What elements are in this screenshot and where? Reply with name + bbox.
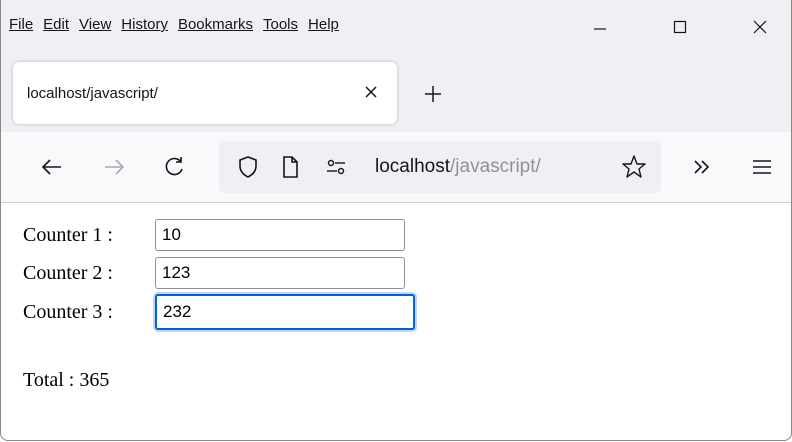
menu-bookmarks[interactable]: Bookmarks [175,16,260,33]
maximize-button[interactable] [657,10,703,44]
tab-close-icon[interactable] [361,82,381,102]
menu-history-label: History [121,16,168,33]
minimize-button[interactable] [577,10,623,44]
counter-1-input[interactable] [155,219,405,251]
tab-strip: localhost/javascript/ [1,48,791,132]
menu-edit[interactable]: Edit [40,16,76,33]
url-path: /javascript/ [450,156,541,177]
title-bar: File Edit View History Bookmarks Tools H… [1,0,791,48]
tab-localhost[interactable]: localhost/javascript/ [13,62,397,124]
counter-2-input[interactable] [155,257,405,289]
counter-3-row: Counter 3 : [23,297,153,327]
menu-help-label: Help [308,16,339,33]
close-window-button[interactable] [737,10,783,44]
back-icon[interactable] [39,154,65,180]
tab-title: localhost/javascript/ [27,85,158,102]
menu-edit-label: Edit [43,16,70,33]
close-icon [753,20,767,34]
minimize-icon [594,28,606,30]
counter-3-label: Counter 3 : [23,300,113,323]
menu-tools-label: Tools [262,16,299,33]
menu-file[interactable]: File [6,16,40,33]
total-text: Total : 365 [23,369,110,391]
counter-2-row: Counter 2 : [23,258,153,288]
forward-icon[interactable] [101,154,127,180]
menu-file-label: File [9,16,34,33]
hamburger-menu-icon[interactable] [749,154,775,180]
maximize-icon [673,20,687,34]
permissions-icon[interactable] [323,154,349,180]
menu-view[interactable]: View [76,16,118,33]
reload-icon[interactable] [161,154,187,180]
navigation-bar: localhost/javascript/ [1,132,791,203]
bookmark-star-icon[interactable] [621,154,647,180]
counter-1-row: Counter 1 : [23,220,153,250]
counter-2-label: Counter 2 : [23,261,113,284]
page-info-icon[interactable] [277,154,303,180]
url-text[interactable]: localhost/javascript/ [375,156,541,178]
overflow-chevron-icon[interactable] [689,154,715,180]
counter-3-input[interactable] [155,294,415,330]
menu-help[interactable]: Help [305,16,346,33]
menu-bar: File Edit View History Bookmarks Tools H… [6,16,346,33]
browser-window: File Edit View History Bookmarks Tools H… [0,0,792,441]
counter-1-label: Counter 1 : [23,223,113,246]
page-content: Counter 1 : Counter 2 : Counter 3 : Tota… [1,203,791,440]
url-bar[interactable]: localhost/javascript/ [219,141,661,193]
shield-icon[interactable] [235,154,261,180]
menu-view-label: View [79,16,112,33]
menu-bookmarks-label: Bookmarks [177,16,253,33]
menu-tools[interactable]: Tools [260,16,305,33]
new-tab-icon[interactable] [421,82,445,106]
menu-history[interactable]: History [118,16,175,33]
url-host: localhost [375,156,450,177]
